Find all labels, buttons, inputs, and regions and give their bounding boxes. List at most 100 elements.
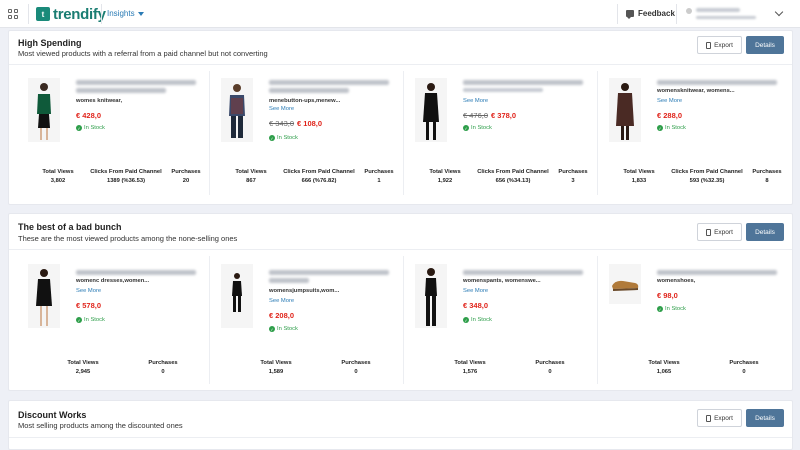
stat-total-views: Total Views 1,922 — [429, 169, 461, 184]
product-image — [37, 83, 51, 140]
topbar-divider — [617, 4, 618, 24]
stat-paid-clicks: Clicks From Paid Channel 1389 (%36.53) — [90, 169, 162, 184]
product-name-redacted[interactable] — [76, 270, 196, 275]
section-subtitle: These are the most viewed products among… — [18, 234, 238, 243]
stock-status: ✓ In Stock — [76, 125, 105, 131]
section-title: High Spending — [18, 38, 82, 48]
product-name-redacted[interactable] — [76, 88, 166, 93]
product-card[interactable]: womes knitwear, € 428,0 ✓ In Stock Total … — [18, 65, 208, 205]
product-thumbnail[interactable] — [221, 264, 253, 328]
stat-purchases: Purchases 20 — [171, 169, 201, 184]
stock-status: ✓ In Stock — [463, 125, 492, 131]
product-image — [612, 280, 639, 291]
product-card[interactable]: womenshoes, € 98,0 ✓ In Stock Total Views… — [599, 250, 789, 390]
product-image — [36, 269, 52, 326]
stat-paid-clicks: Clicks From Paid Channel 593 (%32.35) — [671, 169, 743, 184]
see-more-link[interactable]: See More — [76, 288, 101, 294]
caret-down-icon — [137, 11, 144, 16]
stat-total-views: Total Views 1,589 — [260, 360, 292, 375]
product-card[interactable]: womensknitwear, womens... See More € 288… — [599, 65, 789, 205]
product-name-redacted[interactable] — [463, 80, 583, 85]
stat-purchases: Purchases 1 — [364, 169, 394, 184]
check-circle-icon: ✓ — [269, 135, 275, 141]
stat-total-views: Total Views 1,576 — [454, 360, 486, 375]
product-thumbnail[interactable] — [609, 264, 641, 304]
document-icon — [706, 414, 712, 422]
stock-status: ✓ In Stock — [76, 317, 105, 323]
product-thumbnail[interactable] — [415, 264, 447, 328]
details-button[interactable]: Details — [746, 36, 784, 54]
product-name-redacted[interactable] — [657, 80, 777, 85]
section-subtitle: Most selling products among the discount… — [18, 421, 183, 430]
details-button[interactable]: Details — [746, 223, 784, 241]
product-name-redacted[interactable] — [269, 278, 309, 283]
see-more-link[interactable]: See More — [269, 106, 294, 112]
user-name-redacted — [696, 8, 740, 12]
export-button[interactable]: Export — [697, 409, 742, 427]
product-price: € 348,0 — [463, 301, 489, 310]
insights-menu[interactable]: Insights — [107, 9, 144, 18]
product-price: € 208,0 — [269, 311, 295, 320]
stat-purchases: Purchases 0 — [341, 360, 371, 375]
product-name-redacted[interactable] — [657, 270, 777, 275]
product-category: menebutton-ups,menew... — [269, 98, 341, 104]
product-price: € 428,0 — [76, 111, 102, 120]
product-card[interactable]: See More € 476,0 € 378,0 ✓ In Stock Total … — [405, 65, 595, 205]
product-card[interactable]: womenspants, womenswe... See More € 348,… — [405, 250, 595, 390]
product-card[interactable]: menebutton-ups,menew... See More € 343,0… — [211, 65, 401, 205]
stock-status: ✓ In Stock — [269, 326, 298, 332]
export-button[interactable]: Export — [697, 223, 742, 241]
product-card[interactable]: womensjumpsuits,wom... See More € 208,0 … — [211, 250, 401, 390]
product-thumbnail[interactable] — [221, 78, 253, 142]
feedback-button[interactable]: Feedback — [626, 9, 675, 19]
check-circle-icon: ✓ — [76, 317, 82, 323]
product-name-redacted[interactable] — [463, 270, 583, 275]
see-more-link[interactable]: See More — [463, 288, 488, 294]
product-price: € 476,0 € 378,0 — [463, 111, 517, 120]
check-circle-icon: ✓ — [657, 306, 663, 312]
product-name-redacted[interactable] — [269, 80, 389, 85]
see-more-link[interactable]: See More — [269, 298, 294, 304]
trendify-logo[interactable]: t trendify — [36, 5, 106, 23]
feedback-label: Feedback — [638, 9, 675, 18]
product-thumbnail[interactable] — [415, 78, 447, 142]
stat-paid-clicks: Clicks From Paid Channel 656 (%34.13) — [477, 169, 549, 184]
product-image — [616, 83, 634, 140]
stat-paid-clicks: Clicks From Paid Channel 666 (%76.82) — [283, 169, 355, 184]
product-name-redacted[interactable] — [269, 270, 389, 275]
check-circle-icon: ✓ — [76, 125, 82, 131]
original-price: € 343,0 — [269, 119, 295, 128]
product-name-redacted[interactable] — [76, 80, 196, 85]
card-divider — [209, 71, 210, 195]
stock-status: ✓ In Stock — [269, 135, 298, 141]
stat-total-views: Total Views 3,802 — [42, 169, 74, 184]
check-circle-icon: ✓ — [657, 125, 663, 131]
product-thumbnail[interactable] — [609, 78, 641, 142]
stat-total-views: Total Views 867 — [235, 169, 267, 184]
see-more-link[interactable]: See More — [463, 98, 488, 104]
product-category: womensknitwear, womens... — [657, 88, 735, 94]
apps-grid-icon[interactable] — [8, 9, 18, 19]
stat-purchases: Purchases 0 — [148, 360, 178, 375]
product-thumbnail[interactable] — [28, 78, 60, 142]
product-category: womensjumpsuits,wom... — [269, 288, 340, 294]
check-circle-icon: ✓ — [269, 326, 275, 332]
topbar-divider — [28, 4, 29, 24]
avatar — [686, 8, 692, 14]
details-button[interactable]: Details — [746, 409, 784, 427]
logo-text: trendify — [53, 5, 106, 23]
document-icon — [706, 228, 712, 236]
document-icon — [706, 41, 712, 49]
export-button[interactable]: Export — [697, 36, 742, 54]
product-thumbnail[interactable] — [28, 264, 60, 328]
check-circle-icon: ✓ — [463, 317, 469, 323]
section-divider — [9, 437, 792, 438]
chevron-down-icon[interactable] — [774, 7, 784, 17]
see-more-link[interactable]: See More — [657, 98, 682, 104]
product-category: womenspants, womenswe... — [463, 278, 541, 284]
product-image — [425, 268, 437, 326]
stat-purchases: Purchases 3 — [558, 169, 588, 184]
product-price: € 288,0 — [657, 111, 683, 120]
product-card[interactable]: womenc dresses,women... See More € 578,0… — [18, 250, 208, 390]
product-name-redacted[interactable] — [269, 88, 349, 93]
